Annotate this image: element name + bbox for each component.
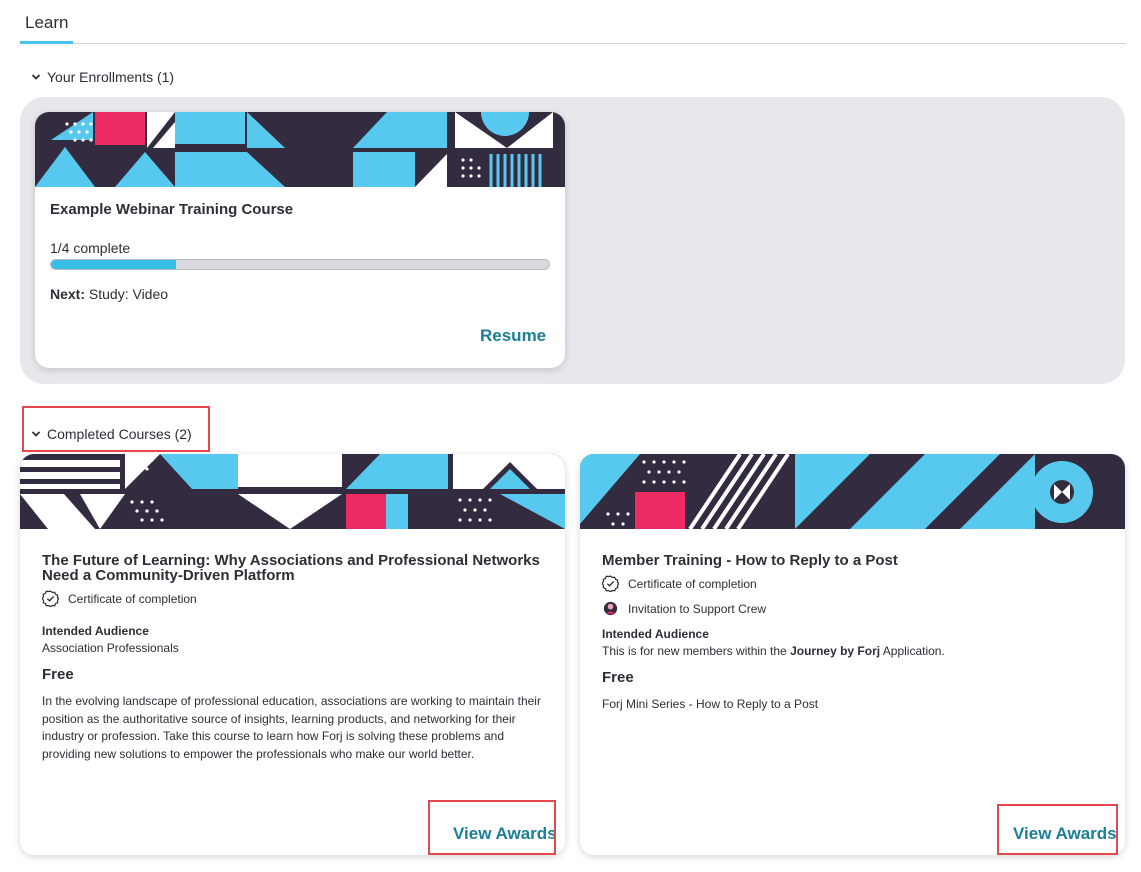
tab-bar: Learn <box>20 0 1126 44</box>
enrollments-section-toggle[interactable]: Your Enrollments (1) <box>31 69 174 85</box>
enrollments-section-label: Your Enrollments (1) <box>47 69 175 85</box>
award-item: Certificate of completion <box>602 575 757 592</box>
progress-bar <box>50 259 550 270</box>
check-badge-icon <box>602 575 619 592</box>
enrollment-card[interactable]: Example Webinar Training Course 1/4 comp… <box>35 112 565 368</box>
completed-course-card[interactable]: Member Training - How to Reply to a Post… <box>580 454 1125 855</box>
tab-learn[interactable]: Learn <box>20 13 74 44</box>
chevron-down-icon <box>31 431 41 437</box>
next-step-label: Next: <box>50 286 86 302</box>
course-price: Free <box>42 666 74 683</box>
audience-text-app-name: Journey by Forj <box>790 644 881 658</box>
next-step: Next: Study: Video <box>50 286 168 302</box>
completed-section-toggle[interactable]: Completed Courses (2) <box>31 426 192 442</box>
view-awards-button[interactable]: View Awards <box>1013 824 1117 844</box>
award-item: Certificate of completion <box>42 590 197 607</box>
audience-text: Association Professionals <box>42 641 179 655</box>
next-step-value: Study: Video <box>88 286 169 302</box>
course-description: In the evolving landscape of professiona… <box>42 694 541 761</box>
course-title[interactable]: Member Training - How to Reply to a Post <box>602 553 1112 568</box>
support-crew-badge-icon <box>603 601 618 616</box>
audience-text-suffix: Application. <box>880 644 945 658</box>
progress-bar-fill <box>51 260 176 269</box>
award-item: Invitation to Support Crew <box>602 600 766 617</box>
completed-section-label: Completed Courses (2) <box>47 426 192 442</box>
course-banner-image <box>35 112 565 187</box>
course-price: Free <box>602 669 634 686</box>
award-label: Certificate of completion <box>628 576 757 591</box>
progress-text: 1/4 complete <box>50 240 131 256</box>
audience-heading: Intended Audience <box>602 627 709 641</box>
resume-button[interactable]: Resume <box>480 326 546 346</box>
course-title[interactable]: Example Webinar Training Course <box>50 202 293 217</box>
check-badge-icon <box>42 590 59 607</box>
audience-heading: Intended Audience <box>42 624 149 638</box>
award-label: Certificate of completion <box>68 591 197 606</box>
audience-text: This is for new members within the Journ… <box>602 644 945 658</box>
completed-course-card[interactable]: The Future of Learning: Why Associations… <box>20 454 565 855</box>
chevron-down-icon <box>31 74 41 80</box>
course-description: Forj Mini Series - How to Reply to a Pos… <box>602 697 819 711</box>
award-label: Invitation to Support Crew <box>628 601 767 616</box>
view-awards-button[interactable]: View Awards <box>453 824 557 844</box>
audience-text-prefix: This is for new members within the <box>602 644 791 658</box>
course-title[interactable]: The Future of Learning: Why Associations… <box>42 553 552 583</box>
course-banner-image <box>20 454 565 529</box>
course-banner-image <box>580 454 1125 529</box>
